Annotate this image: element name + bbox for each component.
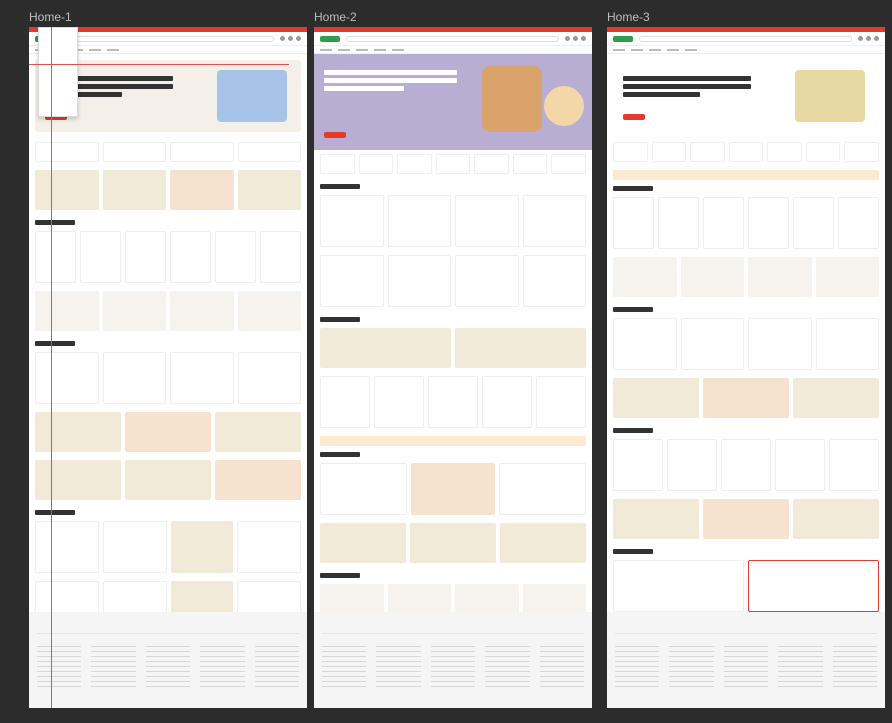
footer (314, 612, 592, 708)
heart-icon[interactable] (573, 36, 578, 41)
hero-bowl-image (544, 86, 584, 126)
hero-image (217, 70, 287, 122)
category-dropdown[interactable] (38, 27, 78, 117)
cart-icon[interactable] (874, 36, 879, 41)
main-nav (314, 46, 592, 54)
frame-label-home-3: Home-3 (607, 10, 650, 24)
footer (607, 612, 885, 708)
frame-label-home-1: Home-1 (29, 10, 72, 24)
frame-home-3[interactable] (607, 27, 885, 708)
hero-image (482, 66, 542, 132)
header-icons (280, 36, 301, 41)
section-title (35, 220, 75, 225)
heart-icon[interactable] (866, 36, 871, 41)
heart-icon[interactable] (288, 36, 293, 41)
cart-icon[interactable] (581, 36, 586, 41)
main-nav (607, 46, 885, 54)
guide-line-vertical (51, 27, 52, 708)
search-input[interactable] (639, 35, 852, 42)
hero-banner (314, 54, 592, 150)
user-icon[interactable] (858, 36, 863, 41)
logo[interactable] (613, 35, 633, 42)
user-icon[interactable] (280, 36, 285, 41)
logo[interactable] (320, 35, 340, 42)
hero-button[interactable] (623, 114, 645, 120)
hero-image (795, 70, 865, 122)
hero-banner (613, 60, 879, 132)
guide-line-horizontal (29, 64, 289, 65)
cart-icon[interactable] (296, 36, 301, 41)
site-header (607, 32, 885, 46)
hero-button[interactable] (324, 132, 346, 138)
search-input[interactable] (346, 35, 559, 42)
frame-home-2[interactable] (314, 27, 592, 708)
frame-home-1[interactable] (29, 27, 307, 708)
site-header (314, 32, 592, 46)
frame-label-home-2: Home-2 (314, 10, 357, 24)
user-icon[interactable] (565, 36, 570, 41)
search-input[interactable] (61, 35, 274, 42)
footer (29, 612, 307, 708)
